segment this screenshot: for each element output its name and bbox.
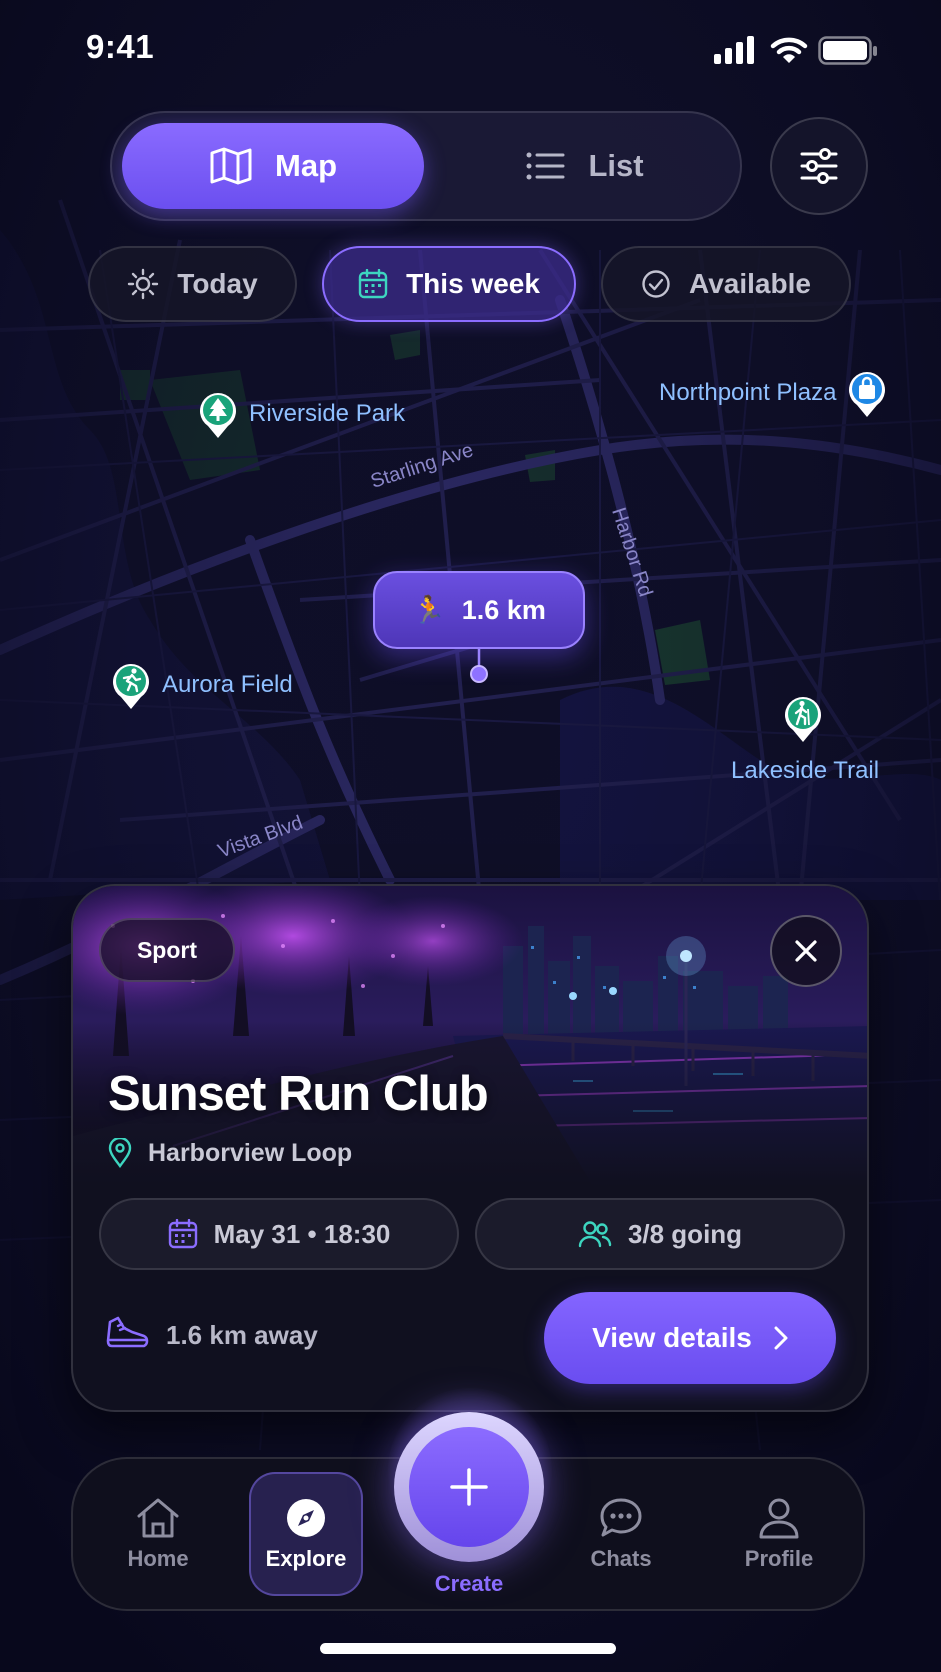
tab-label: Chats: [590, 1546, 652, 1571]
filter-chip-label: Available: [689, 268, 811, 299]
check-circle-icon: [642, 270, 670, 298]
signal-icon: [714, 36, 754, 64]
event-location: Harborview Loop: [108, 1138, 352, 1168]
list-view-button[interactable]: List: [440, 123, 730, 209]
tab-chats[interactable]: Chats: [565, 1472, 677, 1596]
tab-label: Explore: [265, 1546, 347, 1571]
calendar-icon: [168, 1219, 197, 1249]
event-card[interactable]: Sport Sunset Run Club Harborview Loop Ma…: [71, 884, 869, 1412]
home-indicator[interactable]: [320, 1643, 616, 1654]
place-label: Riverside Park: [249, 400, 406, 427]
people-icon: [578, 1221, 612, 1248]
event-distance-label: 1.6 km away: [166, 1319, 318, 1350]
runner-icon: [113, 664, 149, 709]
filter-chip-label: Today: [177, 268, 258, 299]
home-icon: [137, 1498, 179, 1538]
tree-icon: [200, 393, 236, 438]
filter-chip-today[interactable]: Today: [88, 246, 297, 322]
filter-chip-label: This week: [406, 268, 540, 299]
location-marker: [470, 648, 488, 683]
event-datetime: May 31 • 18:30: [99, 1198, 459, 1270]
person-icon: [759, 1498, 799, 1539]
filter-settings-button[interactable]: [770, 117, 868, 215]
place-label-lakeside-trail: Lakeside Trail: [731, 757, 880, 784]
tab-label: Home: [127, 1546, 189, 1571]
tab-explore[interactable]: Explore: [249, 1472, 363, 1596]
close-card-button[interactable]: [770, 915, 842, 987]
filter-chip-this-week[interactable]: This week: [322, 246, 576, 322]
plus-icon: [450, 1468, 488, 1506]
list-icon: [526, 152, 565, 180]
event-title: Sunset Run Club: [108, 1067, 489, 1121]
sun-icon: [128, 268, 159, 300]
shoe-icon: [106, 1316, 149, 1348]
chat-icon: [600, 1498, 642, 1537]
calendar-icon: [358, 269, 388, 299]
location-pin-icon: [108, 1138, 132, 1168]
sliders-icon: [800, 148, 838, 184]
tab-profile[interactable]: Profile: [723, 1472, 835, 1596]
compass-icon: [287, 1499, 325, 1537]
place-label: Aurora Field: [162, 671, 293, 698]
map-view-button[interactable]: Map: [122, 123, 424, 209]
view-details-label: View details: [592, 1322, 752, 1353]
event-attendance-label: 3/8 going: [627, 1218, 743, 1249]
tab-label-create[interactable]: Create: [394, 1571, 544, 1597]
shopping-bag-icon: [849, 372, 886, 417]
hiker-icon: [785, 697, 821, 742]
battery-icon: [818, 36, 877, 65]
category-badge: Sport: [99, 918, 235, 982]
create-button[interactable]: [394, 1412, 544, 1562]
distance-bubble-label: 1.6 km: [461, 594, 546, 625]
list-view-label: List: [588, 148, 644, 183]
tab-home[interactable]: Home: [102, 1472, 214, 1596]
tab-label: Profile: [744, 1546, 814, 1571]
view-details-button[interactable]: View details: [544, 1292, 836, 1384]
runner-emoji-icon: 🏃: [412, 595, 446, 625]
place-northpoint-plaza[interactable]: Northpoint Plaza: [659, 368, 888, 418]
create-button-inner: [409, 1427, 529, 1547]
distance-bubble[interactable]: 🏃 1.6 km: [373, 571, 585, 649]
map-icon: [210, 147, 252, 185]
status-time: 9:41: [86, 28, 155, 65]
place-aurora-field[interactable]: Aurora Field: [110, 660, 293, 710]
chevron-right-icon: [774, 1326, 788, 1350]
wifi-icon: [770, 37, 808, 63]
map-view-label: Map: [275, 148, 337, 183]
place-label: Northpoint Plaza: [659, 379, 837, 406]
event-datetime-label: May 31 • 18:30: [213, 1218, 391, 1249]
event-distance: 1.6 km away: [106, 1316, 318, 1354]
place-riverside-park[interactable]: Riverside Park: [197, 389, 405, 439]
filter-chip-available[interactable]: Available: [601, 246, 851, 322]
event-attendance[interactable]: 3/8 going: [475, 1198, 845, 1270]
close-icon: [795, 940, 817, 962]
event-location-label: Harborview Loop: [148, 1138, 353, 1167]
place-lakeside-trail-pin[interactable]: [782, 693, 824, 748]
